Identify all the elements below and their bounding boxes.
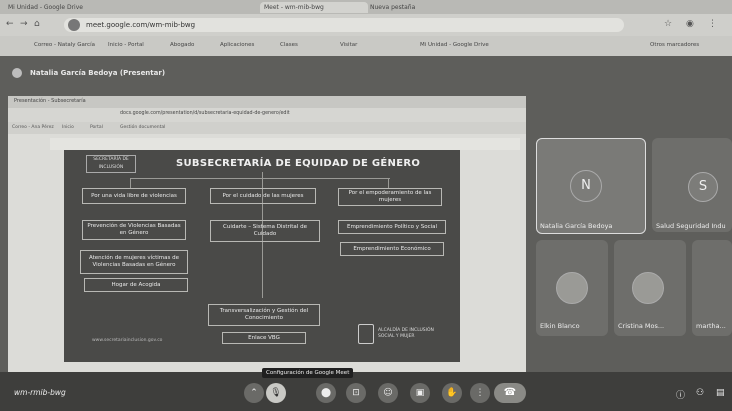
org-box: Por el empoderamiento de las mujeres (338, 188, 442, 206)
org-connector (130, 178, 390, 179)
camera-button[interactable]: ⬤ (316, 383, 336, 403)
bookmark-item-other[interactable]: Otros marcadores (650, 42, 699, 48)
more-options-button[interactable]: ⋮ (470, 383, 490, 403)
shared-url: docs.google.com/presentation/d/subsecret… (120, 111, 290, 116)
ministry-seal-icon (358, 324, 374, 344)
avatar-photo (556, 272, 588, 304)
slide-title: SUBSECRETARÍA DE EQUIDAD DE GÉNERO (176, 158, 421, 169)
presenting-icon (12, 68, 22, 78)
star-icon[interactable]: ☆ (664, 19, 672, 29)
participant-name: Cristina Mos... (618, 322, 665, 330)
browser-tab-meet[interactable]: Meet - wm-mib-bwg (260, 2, 368, 13)
org-box: Atención de mujeres víctimas de Violenci… (80, 250, 188, 274)
org-box: Emprendimiento Político y Social (338, 220, 446, 234)
participant-name: Salud Seguridad Indu (656, 222, 726, 230)
browser-tab-drive[interactable]: Mi Unidad - Google Drive (4, 2, 142, 13)
bookmark-item[interactable]: Aplicaciones (220, 42, 254, 48)
present-button[interactable]: ▣ (410, 383, 430, 403)
participant-name: martha... (696, 322, 726, 330)
chevron-up-icon[interactable]: ⌃ (244, 383, 264, 403)
bookmark-item[interactable]: Visitar (340, 42, 357, 48)
shared-bookmark: Inicio (62, 125, 74, 130)
mic-button[interactable]: 🎙 (266, 383, 286, 403)
back-icon[interactable]: ← (6, 19, 14, 29)
org-box: Transversalización y Gestión del Conocim… (208, 304, 320, 326)
presenter-label: Natalia García Bedoya (Presentar) (30, 69, 166, 77)
site-info-icon[interactable] (68, 19, 80, 31)
home-icon[interactable]: ⌂ (34, 19, 40, 29)
ministry-text: ALCALDÍA DE INCLUSIÓN SOCIAL Y MUJER (378, 328, 434, 339)
avatar: S (688, 172, 718, 202)
captions-button[interactable]: ⊡ (346, 383, 366, 403)
bookmark-item[interactable]: Clases (280, 42, 298, 48)
org-box: Enlace VBG (222, 332, 306, 344)
org-box: Cuidarte – Sistema Distrital de Cuidado (210, 220, 320, 242)
org-box: Hogar de Acogida (84, 278, 188, 292)
org-connector (130, 178, 131, 188)
avatar-photo (632, 272, 664, 304)
participant-name: Natalia García Bedoya (540, 222, 613, 230)
info-icon[interactable]: ⓘ (676, 388, 685, 401)
menu-icon[interactable]: ⋮ (708, 19, 717, 29)
bookmark-item[interactable]: Inicio - Portal (108, 42, 144, 48)
org-box: Emprendimiento Económico (340, 242, 444, 256)
end-call-button[interactable]: ☎ (494, 383, 526, 403)
chat-icon[interactable]: ▤ (716, 388, 725, 398)
meet-control-bar (0, 372, 732, 411)
url-field[interactable]: meet.google.com/wm-mib-bwg (64, 18, 624, 32)
meeting-code: wm-rmib-bwg (14, 388, 66, 397)
browser-tab-new[interactable]: Nueva pestaña (366, 2, 444, 13)
slide-logo: SECRETARÍA DE INCLUSIÓN (86, 155, 136, 173)
avatar: N (570, 170, 602, 202)
people-icon[interactable]: ⚇ (696, 388, 704, 398)
shared-bookmarks-bar (8, 122, 526, 134)
shared-slide-toolbar (50, 138, 520, 150)
bookmark-item[interactable]: Correo - Nataly García (34, 42, 95, 48)
bookmark-item[interactable]: Mi Unidad - Google Drive (420, 42, 489, 48)
raise-hand-button[interactable]: ✋ (442, 383, 462, 403)
shared-bookmark: Gestión documental (120, 125, 166, 130)
org-connector (388, 178, 389, 188)
emoji-button[interactable]: ☺ (378, 383, 398, 403)
org-box: Prevención de Violencias Basadas en Géne… (82, 220, 186, 240)
shared-bookmark: Correo - Ana Pérez (12, 125, 54, 130)
tooltip: Configuración de Google Meet (262, 368, 354, 378)
slide-footer-url: www.secretariainclusion.gov.co (92, 338, 163, 343)
shared-bookmark: Portal (90, 125, 103, 130)
org-box: Por una vida libre de violencias (82, 188, 186, 204)
forward-icon[interactable]: → (20, 19, 28, 29)
participant-name: Elkin Blanco (540, 322, 580, 330)
shared-tab: Presentación - Subsecretaría (14, 98, 86, 104)
profile-icon[interactable]: ◉ (686, 19, 694, 29)
bookmark-item[interactable]: Abogado (170, 42, 194, 48)
org-box: Por el cuidado de las mujeres (210, 188, 316, 204)
